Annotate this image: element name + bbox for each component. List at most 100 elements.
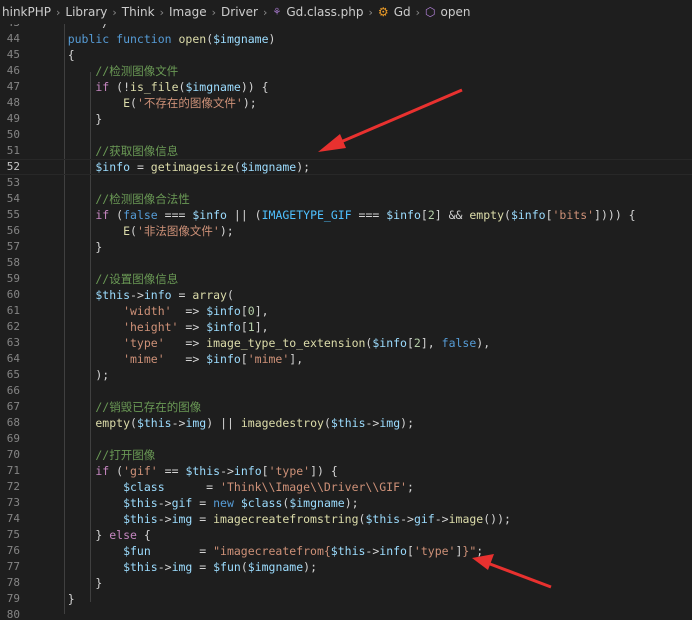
code-token: $info	[206, 320, 241, 334]
breadcrumb-item[interactable]: Gd.class.php	[284, 5, 365, 19]
code-text: */	[40, 24, 109, 31]
code-line[interactable]: 75 } else {	[0, 527, 692, 543]
code-line[interactable]: 51 //获取图像信息	[0, 143, 692, 159]
breadcrumb-item[interactable]: Image	[167, 5, 209, 19]
code-text: $this->info = array(	[40, 287, 234, 303]
code-token: =	[150, 544, 214, 558]
code-line[interactable]: 60 $this->info = array(	[0, 287, 692, 303]
code-line[interactable]: 68 empty($this->img) || imagedestroy($th…	[0, 415, 692, 431]
code-editor[interactable]: 80 79 } 78 } 77 $this->img = $fun($imgname)…	[0, 24, 692, 620]
code-line[interactable]: 67 //销毁已存在的图像	[0, 399, 692, 415]
code-line[interactable]: 63 'type' => image_type_to_extension($in…	[0, 335, 692, 351]
line-number: 57	[6, 240, 20, 253]
code-token: empty	[40, 416, 131, 430]
code-line[interactable]: 59 //设置图像信息	[0, 271, 692, 287]
class-icon: ⚙	[377, 5, 389, 19]
code-token: $info	[386, 208, 421, 222]
breadcrumb-item[interactable]: Think	[120, 5, 157, 19]
code-token: if	[40, 80, 110, 94]
code-token: imagedestroy	[240, 416, 324, 430]
code-text: //销毁已存在的图像	[40, 399, 201, 415]
line-number: 66	[6, 384, 20, 397]
code-token: $fun	[40, 544, 151, 558]
code-line[interactable]: 49 }	[0, 111, 692, 127]
code-token: 'type'	[268, 464, 311, 478]
code-line[interactable]: 76 $fun = "imagecreatefrom{$this->info['…	[0, 543, 692, 559]
line-number: 55	[6, 208, 20, 221]
code-line[interactable]: 71 if ('gif' == $this->info['type']) {	[0, 463, 692, 479]
code-token: ->	[157, 496, 172, 510]
code-line[interactable]: 72 $class = 'Think\\Image\\Driver\\GIF';	[0, 479, 692, 495]
code-line[interactable]: 69	[0, 431, 692, 447]
code-token: array	[192, 288, 227, 302]
code-line[interactable]: 46 //检测图像文件	[0, 63, 692, 79]
breadcrumb-item[interactable]: Gd	[392, 5, 413, 19]
code-token: //打开图像	[40, 448, 156, 462]
code-token: img	[171, 560, 193, 574]
code-token: img	[171, 512, 193, 526]
code-token: ->	[130, 288, 144, 302]
code-token: ],	[420, 336, 442, 350]
code-line[interactable]: 58	[0, 255, 692, 271]
code-line[interactable]: 55 if (false === $info || (IMAGETYPE_GIF…	[0, 207, 692, 223]
code-line[interactable]: 80	[0, 607, 692, 620]
code-line[interactable]: 52 $info = getimagesize($imgname);	[0, 159, 692, 175]
code-line[interactable]: 47 if (!is_file($imgname)) {	[0, 79, 692, 95]
code-line[interactable]: 56 E('非法图像文件');	[0, 223, 692, 239]
code-token: )) {	[240, 80, 269, 94]
code-token: 0	[247, 304, 255, 318]
code-token: info	[379, 544, 407, 558]
php-file-icon: ⚘	[272, 6, 282, 18]
code-token: $info	[510, 208, 546, 222]
code-text: }	[40, 239, 102, 255]
code-text: //检测图像文件	[40, 63, 178, 79]
code-token: false	[441, 336, 477, 350]
code-line[interactable]: 44 public function open($imgname)	[0, 31, 692, 47]
code-line[interactable]: 54 //检测图像合法性	[0, 191, 692, 207]
breadcrumb-item[interactable]: Library	[63, 5, 109, 19]
code-line[interactable]: 64 'mime' => $info['mime'],	[0, 351, 692, 367]
code-token: $imgname	[240, 160, 297, 174]
code-token: ->	[171, 416, 186, 430]
breadcrumb-item[interactable]: open	[439, 5, 473, 19]
code-token: =>	[171, 304, 207, 318]
code-token: (	[233, 160, 241, 174]
code-token: img	[379, 416, 401, 430]
code-line[interactable]: 78 }	[0, 575, 692, 591]
code-token: false	[123, 208, 158, 222]
code-line[interactable]: 57 }	[0, 239, 692, 255]
line-number: 44	[6, 32, 20, 45]
code-text: if (!is_file($imgname)) {	[40, 79, 269, 95]
code-token: $imgname	[213, 32, 269, 46]
code-token: $this	[330, 416, 366, 430]
breadcrumb-item[interactable]: hinkPHP	[0, 5, 53, 19]
code-line[interactable]: 48 E('不存在的图像文件');	[0, 95, 692, 111]
line-number: 73	[6, 496, 20, 509]
line-number: 62	[6, 320, 20, 333]
code-text: //设置图像信息	[40, 271, 178, 287]
code-line[interactable]: 77 $this->img = $fun($imgname);	[0, 559, 692, 575]
code-line[interactable]: 53	[0, 175, 692, 191]
code-token: $this	[40, 512, 158, 526]
code-line[interactable]: 62 'height' => $info[1],	[0, 319, 692, 335]
code-line[interactable]: 66	[0, 383, 692, 399]
code-line[interactable]: 61 'width' => $info[0],	[0, 303, 692, 319]
line-number: 74	[6, 512, 20, 525]
code-line[interactable]: 43 */	[0, 24, 692, 31]
code-token: }"	[462, 544, 477, 558]
code-line[interactable]: 74 $this->img = imagecreatefromstring($t…	[0, 511, 692, 527]
code-line[interactable]: 65 );	[0, 367, 692, 383]
code-token: $this	[365, 512, 401, 526]
code-line[interactable]: 50	[0, 127, 692, 143]
chevron-right-icon: ›	[368, 5, 373, 19]
code-token: E	[40, 96, 131, 110]
code-line[interactable]: 73 $this->gif = new $class($imgname);	[0, 495, 692, 511]
code-token: 'type'	[40, 336, 165, 350]
code-line[interactable]: 70 //打开图像	[0, 447, 692, 463]
code-line[interactable]: 45 {	[0, 47, 692, 63]
code-token: =	[164, 480, 221, 494]
breadcrumb-item[interactable]: Driver	[219, 5, 260, 19]
line-number: 53	[6, 176, 20, 189]
code-line[interactable]: 79 }	[0, 591, 692, 607]
line-number: 50	[6, 128, 20, 141]
